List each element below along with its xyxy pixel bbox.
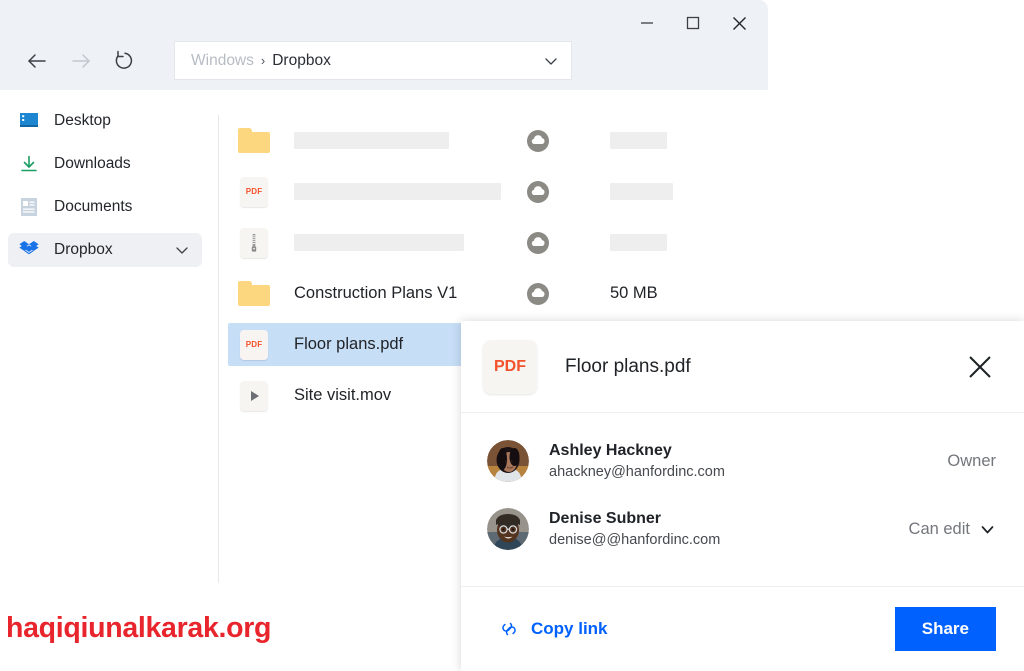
chevron-down-icon[interactable]	[979, 521, 996, 538]
window-titlebar: Windows › Dropbox	[0, 0, 768, 90]
cloud-sync-icon	[526, 180, 574, 204]
sidebar-item-desktop[interactable]: Desktop	[8, 104, 202, 138]
desktop-icon	[18, 110, 40, 132]
file-name: Floor plans.pdf	[294, 335, 404, 353]
share-button[interactable]: Share	[894, 607, 996, 651]
back-arrow-icon[interactable]	[20, 44, 54, 78]
link-icon	[499, 619, 519, 639]
sidebar-item-documents[interactable]: Documents	[8, 190, 202, 224]
chevron-down-icon[interactable]	[174, 242, 190, 258]
file-name-placeholder	[294, 234, 526, 251]
sidebar-item-label: Dropbox	[54, 241, 113, 258]
chevron-down-icon[interactable]	[543, 53, 559, 69]
copy-link-label: Copy link	[531, 619, 608, 638]
file-size: 50 MB	[610, 284, 658, 302]
forward-arrow-icon[interactable]	[64, 44, 98, 78]
pdf-badge-label: PDF	[245, 340, 263, 349]
member-email: denise@@hanfordinc.com	[549, 532, 721, 548]
content-divider	[218, 115, 219, 583]
avatar	[487, 440, 529, 482]
download-icon	[18, 153, 40, 175]
maximize-button[interactable]	[670, 6, 716, 40]
close-icon[interactable]	[966, 353, 994, 381]
refresh-icon[interactable]	[108, 44, 142, 78]
table-row-selected[interactable]: PDF Floor plans.pdf	[228, 323, 462, 366]
pdf-badge-label: PDF	[494, 357, 526, 375]
list-item[interactable]: Denise Subner denise@@hanfordinc.com Can…	[461, 495, 1024, 563]
watermark-text: haqiqiunalkarak.org	[6, 612, 272, 644]
pdf-file-icon: PDF	[236, 176, 272, 208]
address-bar[interactable]: Windows › Dropbox	[174, 41, 572, 80]
member-role-label: Can edit	[908, 519, 970, 538]
list-item[interactable]: Ashley Hackney ahackney@hanfordinc.com O…	[461, 427, 1024, 495]
file-size-placeholder	[610, 183, 673, 200]
table-row[interactable]: Construction Plans V1 50 MB	[236, 272, 756, 315]
table-row[interactable]: PDF	[236, 170, 756, 213]
folder-icon	[236, 278, 272, 310]
zip-file-icon	[236, 227, 272, 259]
sidebar-item-label: Desktop	[54, 112, 111, 129]
table-row[interactable]	[236, 119, 756, 162]
breadcrumb-current[interactable]: Dropbox	[272, 52, 331, 70]
share-panel: PDF Floor plans.pdf Ashley Hackney ahack…	[461, 321, 1024, 671]
table-row[interactable]	[236, 221, 756, 264]
member-name: Denise Subner	[549, 510, 662, 527]
share-panel-title: Floor plans.pdf	[565, 355, 691, 377]
window-controls	[624, 6, 762, 40]
share-panel-footer: Copy link Share	[461, 586, 1024, 671]
folder-icon	[236, 125, 272, 157]
member-info: Denise Subner denise@@hanfordinc.com	[549, 508, 720, 550]
member-email: ahackney@hanfordinc.com	[549, 464, 725, 480]
document-icon	[18, 196, 40, 218]
share-panel-header: PDF Floor plans.pdf	[461, 321, 1024, 413]
breadcrumb-separator: ›	[260, 53, 266, 68]
member-role-dropdown[interactable]: Can edit	[909, 520, 996, 539]
sidebar-item-dropbox[interactable]: Dropbox	[8, 233, 202, 267]
pdf-badge-label: PDF	[245, 187, 263, 196]
file-name-placeholder	[294, 183, 526, 200]
pdf-file-icon: PDF	[483, 339, 537, 394]
file-name-placeholder	[294, 132, 526, 149]
close-button[interactable]	[716, 6, 762, 40]
file-size-placeholder	[610, 132, 667, 149]
file-size-placeholder	[610, 234, 667, 251]
video-file-icon	[236, 380, 272, 412]
breadcrumb-root[interactable]: Windows	[191, 52, 254, 70]
cloud-sync-icon	[526, 282, 574, 306]
avatar	[487, 508, 529, 550]
cloud-sync-icon	[526, 231, 574, 255]
member-role: Owner	[947, 452, 996, 471]
sidebar-item-label: Documents	[54, 198, 133, 215]
sidebar-item-label: Downloads	[54, 155, 131, 172]
sidebar: Desktop Downloads Documents Dropbox	[0, 104, 210, 276]
member-role-label: Owner	[947, 451, 996, 470]
share-member-list: Ashley Hackney ahackney@hanfordinc.com O…	[461, 413, 1024, 563]
dropbox-icon	[18, 239, 40, 261]
sidebar-item-downloads[interactable]: Downloads	[8, 147, 202, 181]
pdf-file-icon: PDF	[236, 329, 272, 361]
file-name: Construction Plans V1	[294, 284, 458, 302]
minimize-button[interactable]	[624, 6, 670, 40]
member-name: Ashley Hackney	[549, 442, 672, 459]
cloud-sync-icon	[526, 129, 574, 153]
copy-link-button[interactable]: Copy link	[499, 619, 608, 639]
member-info: Ashley Hackney ahackney@hanfordinc.com	[549, 440, 725, 482]
